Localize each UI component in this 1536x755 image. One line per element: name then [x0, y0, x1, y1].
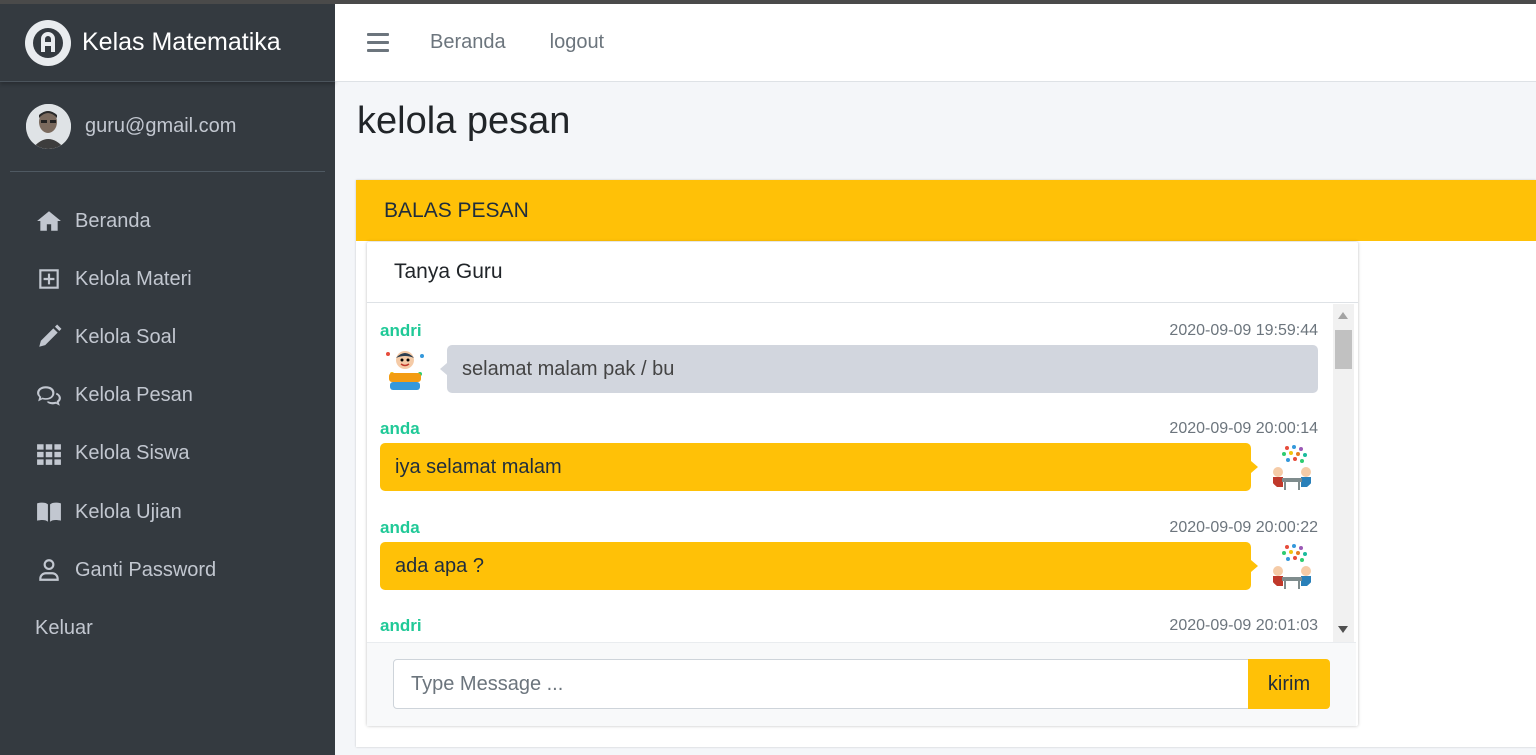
sidebar-item-kelola-ujian[interactable]: Kelola Ujian	[0, 483, 335, 541]
chat-message: anda 2020-09-09 20:00:22 ada apa ?	[380, 517, 1318, 591]
message-sender: anda	[380, 518, 420, 537]
scroll-thumb[interactable]	[1335, 330, 1352, 369]
message-timestamp: 2020-09-09 20:01:03	[1169, 617, 1318, 634]
student-avatar	[380, 344, 430, 394]
navbar-link-beranda[interactable]: Beranda	[430, 31, 506, 54]
chat-box: Tanya Guru andri 2020-09-09 19:59:44 sel…	[367, 242, 1358, 726]
sidebar-item-ganti-password[interactable]: Ganti Password	[0, 541, 335, 599]
message-timestamp: 2020-09-09 20:00:14	[1169, 420, 1318, 437]
message-sender: andri	[380, 321, 422, 340]
message-bubble: ada apa ?	[380, 542, 1258, 590]
comments-icon	[35, 382, 63, 410]
sidebar-item-label: Ganti Password	[75, 558, 217, 581]
sidebar-item-label: Kelola Ujian	[75, 500, 182, 523]
top-navbar: Beranda logout	[335, 4, 1536, 82]
scroll-down-icon[interactable]	[1338, 626, 1348, 633]
plus-square-icon	[35, 265, 63, 293]
sidebar-item-label: Kelola Pesan	[75, 384, 193, 407]
sidebar-item-label: Kelola Siswa	[75, 442, 190, 465]
chat-title: Tanya Guru	[367, 242, 1358, 303]
message-bubble: iya selamat malam	[380, 443, 1258, 491]
scroll-up-icon[interactable]	[1338, 312, 1348, 319]
chat-message: andri 2020-09-09 20:01:03	[380, 615, 1318, 637]
menu-toggle-icon[interactable]	[367, 33, 389, 52]
reply-card: BALAS PESAN Tanya Guru andri 2020-09-09 …	[356, 180, 1536, 747]
window-top-border	[0, 0, 1536, 4]
chat-message: anda 2020-09-09 20:00:14 iya selamat mal…	[380, 418, 1318, 492]
sidebar-item-label: Beranda	[75, 209, 151, 232]
user-icon	[35, 556, 63, 584]
grid-icon	[35, 440, 63, 468]
home-icon	[35, 207, 63, 235]
sidebar-item-beranda[interactable]: Beranda	[0, 192, 335, 250]
sidebar-item-kelola-pesan[interactable]: Kelola Pesan	[0, 367, 335, 425]
user-avatar	[26, 104, 71, 149]
sidebar-item-label: Keluar	[35, 616, 93, 639]
pencil-icon	[35, 323, 63, 351]
navbar-link-logout[interactable]: logout	[550, 31, 605, 54]
send-button[interactable]: kirim	[1248, 659, 1330, 709]
chat-message: andri 2020-09-09 19:59:44 selamat malam …	[380, 320, 1318, 394]
teacher-avatar	[1267, 541, 1317, 591]
sidebar-item-kelola-soal[interactable]: Kelola Soal	[0, 308, 335, 366]
user-email: guru@gmail.com	[85, 115, 237, 137]
sidebar-item-keluar[interactable]: Keluar	[0, 599, 335, 657]
card-header: BALAS PESAN	[356, 180, 1536, 241]
message-input[interactable]	[393, 659, 1249, 709]
sidebar-nav: Beranda Kelola Materi Kelola Soal Kelola…	[0, 192, 335, 658]
sidebar-item-label: Kelola Materi	[75, 267, 192, 290]
app-logo-icon	[25, 19, 71, 66]
sidebar-item-kelola-materi[interactable]: Kelola Materi	[0, 250, 335, 308]
message-timestamp: 2020-09-09 19:59:44	[1169, 322, 1318, 339]
message-sender: andri	[380, 616, 422, 635]
sidebar-item-label: Kelola Soal	[75, 325, 177, 348]
book-icon	[35, 498, 63, 526]
chat-scrollbar[interactable]	[1333, 304, 1354, 642]
sidebar: Kelas Matematika guru@gmail.com Beranda	[0, 4, 335, 755]
brand-link[interactable]: Kelas Matematika	[0, 4, 335, 82]
message-bubble: selamat malam pak / bu	[440, 345, 1318, 393]
chat-messages[interactable]: andri 2020-09-09 19:59:44 selamat malam …	[367, 304, 1356, 642]
chat-footer: kirim	[367, 642, 1356, 726]
brand-text: Kelas Matematika	[82, 28, 281, 56]
message-sender: anda	[380, 419, 420, 438]
sidebar-item-kelola-siswa[interactable]: Kelola Siswa	[0, 425, 335, 483]
user-panel[interactable]: guru@gmail.com	[10, 82, 325, 172]
teacher-avatar	[1267, 442, 1317, 492]
page-title: kelola pesan	[357, 100, 571, 142]
message-timestamp: 2020-09-09 20:00:22	[1169, 519, 1318, 536]
